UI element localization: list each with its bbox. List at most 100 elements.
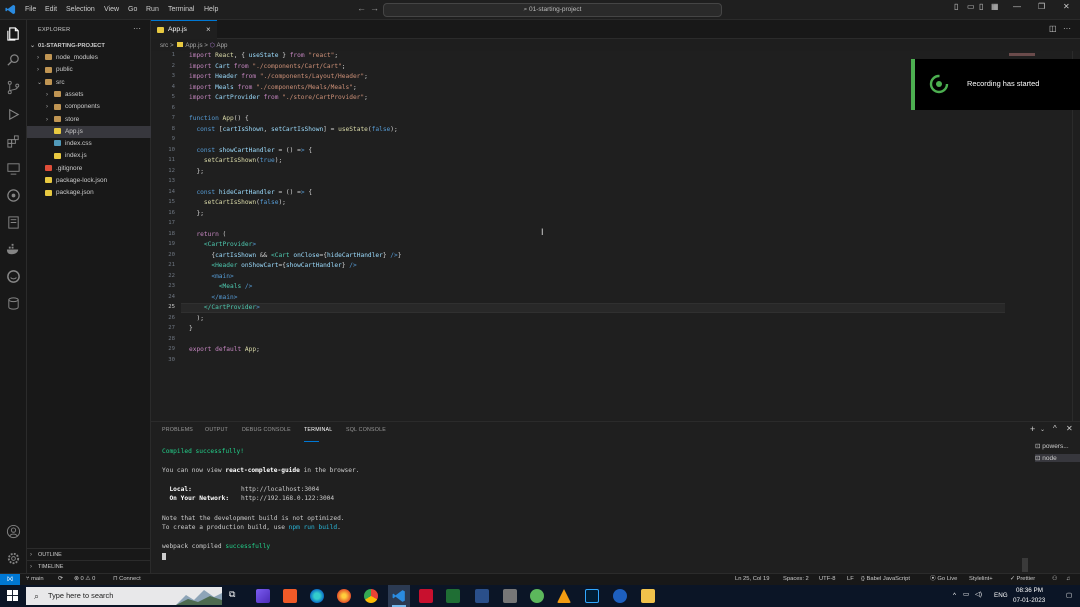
split-editor-icon[interactable]: ◫: [1049, 24, 1057, 33]
project-root[interactable]: ⌄ 01-STARTING-PROJECT: [27, 40, 151, 52]
source-control-icon[interactable]: [6, 80, 21, 95]
notification-center-icon[interactable]: ▢: [1066, 592, 1072, 599]
task-view-icon[interactable]: ⧉: [229, 589, 235, 600]
local-url[interactable]: http://localhost:3004: [241, 486, 319, 493]
explorer-item[interactable]: › node_modules: [27, 52, 151, 64]
extensions-icon[interactable]: [6, 134, 21, 149]
menu-file[interactable]: File: [25, 0, 36, 20]
more-actions-icon[interactable]: ···: [133, 24, 141, 33]
terminal-scrollbar[interactable]: [1022, 558, 1028, 572]
explorer-item[interactable]: › public: [27, 64, 151, 76]
menu-run[interactable]: Run: [146, 0, 159, 20]
taskbar-search[interactable]: ⌕ Type here to search: [26, 587, 222, 605]
terminal-item-powershell[interactable]: ⊡ powers...: [1035, 442, 1069, 450]
settings-gear-icon[interactable]: [6, 551, 21, 566]
minimize-icon[interactable]: —: [1013, 2, 1021, 11]
database-icon[interactable]: [6, 296, 21, 311]
branch-status[interactable]: ⑂ main: [26, 574, 44, 585]
maximize-panel-icon[interactable]: ^: [1053, 424, 1057, 433]
file-explorer-taskbar-icon[interactable]: [641, 589, 655, 603]
line-ending[interactable]: LF: [847, 574, 854, 585]
clock-time[interactable]: 08:36 PM: [1016, 587, 1043, 594]
menu-go[interactable]: Go: [128, 0, 137, 20]
account-icon[interactable]: [6, 524, 21, 539]
menu-terminal[interactable]: Terminal: [168, 0, 194, 20]
tab-terminal[interactable]: TERMINAL: [304, 427, 332, 442]
explorer-item[interactable]: › store: [27, 114, 151, 126]
run-debug-icon[interactable]: [6, 107, 21, 122]
forward-arrow-icon[interactable]: →: [370, 3, 379, 13]
accounts-icon[interactable]: ⚇: [1052, 574, 1057, 585]
menu-view[interactable]: View: [104, 0, 119, 20]
go-live-button[interactable]: ⦿ Go Live: [930, 574, 957, 585]
back-arrow-icon[interactable]: ←: [357, 3, 366, 13]
remote-indicator-icon[interactable]: ⨝: [0, 574, 20, 585]
edge-tools-icon[interactable]: [6, 269, 21, 284]
explorer-item[interactable]: › assets: [27, 89, 151, 101]
command-center-search[interactable]: ⌕ 01-starting-project: [383, 3, 722, 17]
breadcrumb-symbol[interactable]: App: [216, 42, 227, 49]
vscode-taskbar-active[interactable]: [388, 585, 410, 607]
tab-output[interactable]: OUTPUT: [205, 427, 228, 433]
docker-icon[interactable]: [6, 242, 21, 257]
restore-icon[interactable]: ❐: [1038, 2, 1045, 11]
stylelint-status[interactable]: Stylelint+: [969, 574, 993, 585]
clock-date[interactable]: 07-01-2023: [1013, 597, 1045, 604]
outline-section[interactable]: › OUTLINE: [27, 548, 151, 560]
greenshot-taskbar-icon[interactable]: [530, 589, 544, 603]
close-panel-icon[interactable]: ✕: [1066, 424, 1073, 433]
breadcrumb-file[interactable]: App.js: [185, 42, 202, 49]
network-taskbar-icon[interactable]: [475, 589, 489, 603]
search-icon[interactable]: [6, 53, 21, 68]
photoshop-taskbar-icon[interactable]: [585, 589, 599, 603]
remote-explorer-icon[interactable]: [6, 161, 21, 176]
network-icon[interactable]: ▭: [963, 591, 969, 598]
terminal-dropdown-icon[interactable]: ⌄: [1040, 426, 1045, 433]
tray-chevron-icon[interactable]: ^: [953, 592, 956, 599]
menu-selection[interactable]: Selection: [66, 0, 95, 20]
postman-taskbar-icon[interactable]: [283, 589, 297, 603]
network-url[interactable]: http://192.168.0.122:3004: [241, 495, 334, 502]
language-mode[interactable]: {} Babel JavaScript: [861, 574, 910, 585]
explorer-item[interactable]: package-lock.json: [27, 175, 151, 187]
indentation[interactable]: Spaces: 2: [783, 574, 809, 585]
app-taskbar-icon[interactable]: [613, 589, 627, 603]
encoding[interactable]: UTF-8: [819, 574, 835, 585]
problems-status[interactable]: ⊗ 0 ⚠ 0: [74, 574, 95, 585]
cursor-position[interactable]: Ln 25, Col 19: [735, 574, 769, 585]
pycharm-taskbar-icon[interactable]: [446, 589, 460, 603]
close-tab-icon[interactable]: ×: [206, 21, 211, 39]
menu-help[interactable]: Help: [204, 0, 218, 20]
toggle-sidebar-icon[interactable]: ▯: [954, 2, 958, 11]
notifications-bell-icon[interactable]: ♫: [1066, 574, 1070, 585]
explorer-item[interactable]: index.css: [27, 138, 151, 150]
language-indicator[interactable]: ENG: [994, 592, 1008, 599]
editor-more-icon[interactable]: ···: [1063, 24, 1071, 33]
customize-layout-icon[interactable]: ▦: [991, 2, 999, 11]
obsidian-taskbar-icon[interactable]: [256, 589, 270, 603]
sync-icon[interactable]: ⟳: [58, 574, 63, 585]
volume-icon[interactable]: ◁): [975, 591, 982, 598]
firefox-taskbar-icon[interactable]: [337, 589, 351, 603]
explorer-icon[interactable]: [6, 26, 21, 41]
chrome-extension-icon[interactable]: [6, 188, 21, 203]
connect-status[interactable]: ⊓ Connect: [113, 574, 141, 585]
prettier-status[interactable]: ✓ Prettier: [1010, 574, 1035, 585]
new-terminal-icon[interactable]: +: [1030, 424, 1035, 434]
terminal-item-node[interactable]: ⊡ node: [1035, 454, 1080, 462]
pages-icon[interactable]: [6, 215, 21, 230]
windows-start-icon[interactable]: [7, 590, 18, 601]
tab-app-js[interactable]: App.js ×: [151, 20, 217, 39]
vlc-taskbar-icon[interactable]: [557, 589, 571, 603]
tab-debug-console[interactable]: DEBUG CONSOLE: [242, 427, 291, 433]
toggle-secondary-sidebar-icon[interactable]: ▯: [979, 2, 983, 11]
explorer-item[interactable]: › components: [27, 101, 151, 113]
breadcrumb-src[interactable]: src: [160, 42, 168, 49]
explorer-item[interactable]: .gitignore: [27, 163, 151, 175]
explorer-item[interactable]: ⌄ src: [27, 77, 151, 89]
acrobat-taskbar-icon[interactable]: [419, 589, 433, 603]
storage-taskbar-icon[interactable]: [503, 589, 517, 603]
chrome-taskbar-icon[interactable]: [364, 589, 378, 603]
tab-problems[interactable]: PROBLEMS: [162, 427, 193, 433]
toggle-panel-icon[interactable]: ▭: [967, 2, 975, 11]
